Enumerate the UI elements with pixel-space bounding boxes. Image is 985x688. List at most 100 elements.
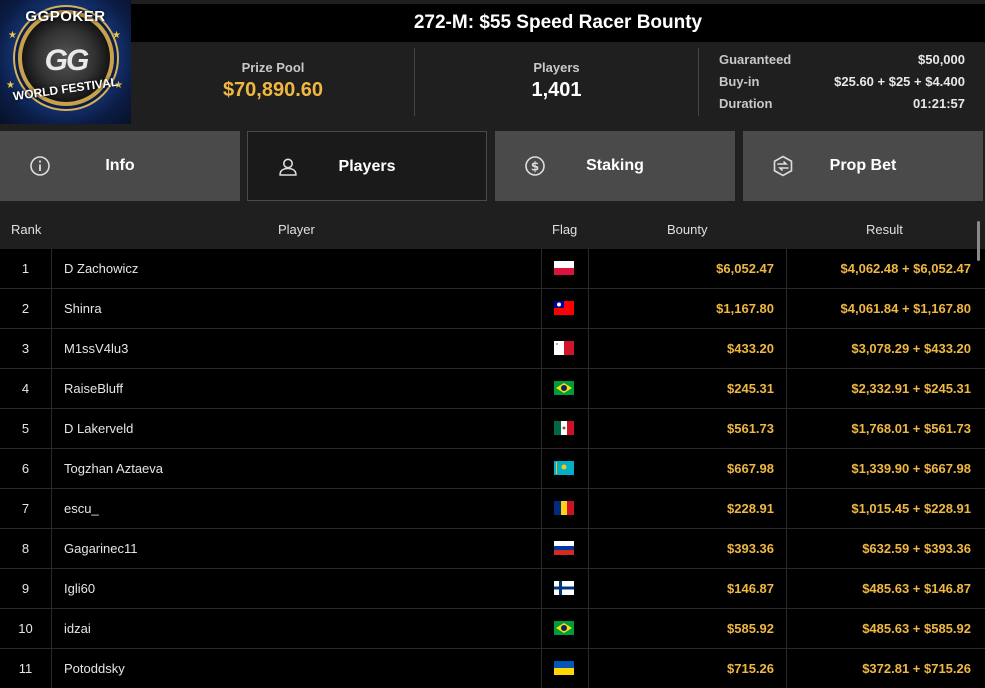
bounty-cell: $245.31: [727, 381, 774, 396]
result-cell: $4,061.84 + $1,167.80: [786, 289, 984, 328]
rank-cell: 8: [21, 541, 30, 556]
column-header-flag[interactable]: Flag: [552, 208, 577, 249]
table-row[interactable]: 11 Potoddsky $715.26 $372.81 + $715.26: [0, 649, 985, 688]
player-name-cell: RaiseBluff: [51, 369, 541, 408]
tab-info-label: Info: [105, 157, 135, 174]
table-row[interactable]: 6 Togzhan Aztaeva $667.98 $1,339.90 + $6…: [0, 449, 985, 489]
result-cell: $485.63 + $146.87: [786, 569, 984, 608]
column-header-bounty[interactable]: Bounty: [667, 208, 707, 249]
flag-cell: [541, 609, 589, 648]
player-name-cell: M1ssV4lu3: [51, 329, 541, 368]
table-row[interactable]: 2 Shinra $1,167.80 $4,061.84 + $1,167.80: [0, 289, 985, 329]
bounty-cell: $561.73: [727, 421, 774, 436]
flag-cell: [541, 329, 589, 368]
duration-row: Duration 01:21:57: [719, 95, 965, 117]
player-name-cell: Togzhan Aztaeva: [51, 449, 541, 488]
rank-cell: 10: [18, 621, 33, 636]
tournament-details: Guaranteed $50,000 Buy-in $25.60 + $25 +…: [719, 51, 965, 117]
brazil-flag: [554, 621, 574, 635]
column-header-result[interactable]: Result: [866, 208, 903, 249]
flag-cell: [541, 249, 589, 288]
player-name-cell: Gagarinec11: [51, 529, 541, 568]
duration-label: Duration: [719, 96, 773, 111]
bounty-cell: $715.26: [727, 661, 774, 676]
players-value: 1,401: [531, 79, 582, 101]
rank-cell: 6: [21, 461, 30, 476]
players-table-header: Rank Player Flag Bounty Result: [0, 208, 985, 249]
prize-pool-stat: Prize Pool $70,890.60: [131, 48, 415, 118]
player-name-cell: D Zachowicz: [51, 249, 541, 288]
rank-cell: 11: [18, 661, 33, 676]
tab-prop-bet-label: Prop Bet: [829, 157, 897, 174]
table-row[interactable]: 8 Gagarinec11 $393.36 $632.59 + $393.36: [0, 529, 985, 569]
bounty-cell: $667.98: [727, 461, 774, 476]
buyin-row: Buy-in $25.60 + $25 + $4.400: [719, 73, 965, 95]
header-divider: [698, 48, 699, 116]
tab-info[interactable]: Info: [0, 131, 240, 201]
player-name-cell: Potoddsky: [51, 649, 541, 688]
brazil-flag: [554, 381, 574, 395]
bounty-cell: $1,167.80: [716, 301, 774, 316]
tab-staking[interactable]: $ Staking: [495, 131, 735, 201]
table-row[interactable]: 10 idzai $585.92 $485.63 + $585.92: [0, 609, 985, 649]
result-cell: $1,768.01 + $561.73: [786, 409, 984, 448]
malta-flag: [554, 341, 574, 355]
ukraine-flag: [554, 661, 574, 675]
tab-players-label: Players: [338, 158, 396, 175]
duration-value: 01:21:57: [912, 96, 965, 111]
result-cell: $3,078.29 + $433.20: [786, 329, 984, 368]
bounty-cell: $6,052.47: [716, 261, 774, 276]
column-header-rank[interactable]: Rank: [11, 208, 41, 249]
guaranteed-row: Guaranteed $50,000: [719, 51, 965, 73]
table-row[interactable]: 3 M1ssV4lu3 $433.20 $3,078.29 + $433.20: [0, 329, 985, 369]
tournament-header: ★ ★ ★ ★ GG GGPOKER WORLD FESTIVAL 272-M:…: [0, 0, 985, 124]
rank-cell: 1: [21, 261, 30, 276]
ggpoker-world-festival-logo: ★ ★ ★ ★ GG GGPOKER WORLD FESTIVAL: [0, 0, 131, 124]
bounty-cell: $228.91: [727, 501, 774, 516]
tab-prop-bet[interactable]: Prop Bet: [743, 131, 983, 201]
players-table-body: 1 D Zachowicz $6,052.47 $4,062.48 + $6,0…: [0, 249, 985, 688]
flag-cell: [541, 449, 589, 488]
rank-cell: 3: [21, 341, 30, 356]
rank-cell: 4: [21, 381, 30, 396]
players-stat: Players 1,401: [415, 48, 698, 118]
rank-cell: 7: [21, 501, 30, 516]
result-cell: $485.63 + $585.92: [786, 609, 984, 648]
flag-cell: [541, 289, 589, 328]
table-row[interactable]: 1 D Zachowicz $6,052.47 $4,062.48 + $6,0…: [0, 249, 985, 289]
tournament-title: 272-M: $55 Speed Racer Bounty: [131, 4, 985, 42]
table-row[interactable]: 9 Igli60 $146.87 $485.63 + $146.87: [0, 569, 985, 609]
result-cell: $2,332.91 + $245.31: [786, 369, 984, 408]
bounty-cell: $433.20: [727, 341, 774, 356]
table-row[interactable]: 4 RaiseBluff $245.31 $2,332.91 + $245.31: [0, 369, 985, 409]
tab-bar: Info Players $ Staking Prop Bet: [0, 124, 985, 208]
column-header-player[interactable]: Player: [278, 208, 315, 249]
players-label: Players: [533, 60, 580, 75]
mexico-flag: [554, 421, 574, 435]
result-cell: $1,339.90 + $667.98: [786, 449, 984, 488]
flag-cell: [541, 649, 589, 688]
rank-cell: 5: [21, 421, 30, 436]
finland-flag: [554, 581, 574, 595]
poland-flag: [554, 261, 574, 275]
taiwan-flag: [554, 301, 574, 315]
guaranteed-value: $50,000: [918, 52, 965, 67]
russia-flag: [554, 541, 574, 555]
player-name-cell: Shinra: [51, 289, 541, 328]
tab-staking-label: Staking: [586, 157, 644, 174]
table-row[interactable]: 7 escu_ $228.91 $1,015.45 + $228.91: [0, 489, 985, 529]
result-cell: $4,062.48 + $6,052.47: [786, 249, 984, 288]
flag-cell: [541, 569, 589, 608]
flag-cell: [541, 489, 589, 528]
table-row[interactable]: 5 D Lakerveld $561.73 $1,768.01 + $561.7…: [0, 409, 985, 449]
player-name-cell: idzai: [51, 609, 541, 648]
result-cell: $372.81 + $715.26: [786, 649, 984, 688]
player-name-cell: escu_: [51, 489, 541, 528]
flag-cell: [541, 529, 589, 568]
result-cell: $1,015.45 + $228.91: [786, 489, 984, 528]
rank-cell: 2: [21, 301, 30, 316]
bounty-cell: $393.36: [727, 541, 774, 556]
tab-players[interactable]: Players: [247, 131, 487, 201]
flag-cell: [541, 409, 589, 448]
buyin-value: $25.60 + $25 + $4.400: [834, 74, 965, 89]
